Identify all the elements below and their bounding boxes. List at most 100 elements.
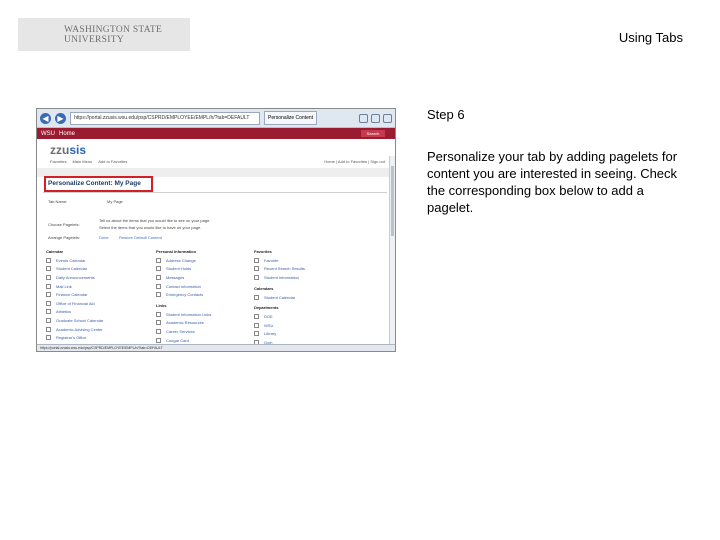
browser-tab[interactable]: Personalize Content	[264, 111, 317, 125]
pagelet-checkbox[interactable]	[254, 274, 259, 280]
pagelet-row[interactable]: Mail Link	[46, 282, 103, 291]
pagelet-label[interactable]: Recent Search Results	[264, 266, 305, 271]
pagelet-row[interactable]: Recent Search Results	[254, 265, 305, 274]
pagelet-row[interactable]: Student Holds	[156, 265, 211, 274]
pagelet-row[interactable]: Academic Advising Center	[46, 325, 103, 334]
scrollbar-thumb[interactable]	[391, 166, 394, 236]
pagelet-checkbox[interactable]	[46, 317, 51, 323]
pagelet-checkbox[interactable]	[46, 335, 51, 341]
pagelet-checkbox[interactable]	[46, 300, 51, 306]
step-title: Step 6	[427, 107, 465, 122]
choose-pagelets-text-1: Tell us about the items that you would l…	[99, 218, 211, 223]
pagelet-row[interactable]: Student Calendar	[254, 293, 305, 302]
pagelet-checkbox[interactable]	[156, 311, 161, 317]
pagelet-row[interactable]: Student Information Links	[156, 310, 211, 319]
pagelet-label[interactable]: Graduate School Calendar	[56, 318, 103, 323]
pagelet-checkbox[interactable]	[46, 309, 51, 315]
pagelet-label[interactable]: Finance Calendar	[56, 292, 88, 297]
pagelet-checkbox[interactable]	[254, 331, 259, 337]
pagelet-label[interactable]: Mail Link	[56, 284, 72, 289]
menu-item-add-favorites[interactable]: Add to Favorites	[98, 159, 127, 164]
pagelet-checkbox[interactable]	[46, 326, 51, 332]
pagelet-checkbox[interactable]	[254, 314, 259, 320]
pagelet-label[interactable]: Academic Resources	[166, 320, 204, 325]
pagelet-label[interactable]: Library	[264, 331, 276, 336]
forward-arrow-icon[interactable]: ▶	[55, 112, 66, 124]
pagelet-label[interactable]: Emergency Contacts	[166, 292, 203, 297]
site-link-home[interactable]: Home	[59, 131, 75, 137]
pagelet-label[interactable]: Cougar Card	[166, 338, 189, 343]
pagelet-label[interactable]: Messages	[166, 275, 184, 280]
pagelet-label[interactable]: Student Holds	[166, 266, 191, 271]
pagelet-checkbox[interactable]	[254, 322, 259, 328]
pagelet-row[interactable]: Library	[254, 330, 305, 339]
pagelet-checkbox[interactable]	[46, 257, 51, 263]
site-search-button[interactable]: Search	[361, 130, 385, 137]
pagelet-label[interactable]: Registrar's Office	[56, 335, 86, 340]
tab-name-value[interactable]: My Page	[107, 199, 123, 204]
pagelet-label[interactable]: DOE	[264, 314, 273, 319]
pagelet-row[interactable]: Career Services	[156, 327, 211, 336]
pagelet-checkbox[interactable]	[156, 328, 161, 334]
menu-right-links[interactable]: Home | Add to Favorites | Sign out	[324, 159, 385, 164]
pagelet-checkbox[interactable]	[46, 266, 51, 272]
pagelet-label[interactable]: WSU	[264, 323, 273, 328]
restore-default-link[interactable]: Restore Default Content	[119, 235, 162, 240]
pagelet-checkbox[interactable]	[156, 274, 161, 280]
pagelet-row[interactable]: Finance Calendar	[46, 290, 103, 299]
pagelet-row[interactable]: Messages	[156, 273, 211, 282]
pagelet-label[interactable]: Academic Advising Center	[56, 327, 103, 332]
pagelet-checkbox[interactable]	[156, 283, 161, 289]
pagelet-label[interactable]: Student Information Links	[166, 312, 211, 317]
pagelet-row[interactable]: Address Change	[156, 256, 211, 265]
pagelet-row[interactable]: Academic Resources	[156, 319, 211, 328]
pagelet-row[interactable]: Student Calendar	[46, 265, 103, 274]
pagelet-label[interactable]: Student Calendar	[264, 295, 295, 300]
pagelet-label[interactable]: Student Calendar	[56, 266, 87, 271]
pagelet-checkbox[interactable]	[254, 257, 259, 263]
arrange-done-link[interactable]: Done	[99, 235, 109, 240]
vertical-scrollbar[interactable]	[389, 156, 395, 345]
pagelet-label[interactable]: Contact Information	[166, 284, 201, 289]
pagelet-label[interactable]: Favorite	[264, 258, 278, 263]
pagelet-checkbox[interactable]	[156, 257, 161, 263]
pagelet-checkbox[interactable]	[46, 292, 51, 298]
pagelet-column-3: Favorites Favorite Recent Search Results…	[254, 249, 305, 347]
pagelet-row[interactable]: Daily Announcements	[46, 273, 103, 282]
home-icon[interactable]	[359, 113, 368, 123]
pagelet-label[interactable]: Career Services	[166, 329, 195, 334]
pagelet-checkbox[interactable]	[156, 292, 161, 298]
pagelet-checkbox[interactable]	[156, 320, 161, 326]
pagelet-row[interactable]: Student Information	[254, 273, 305, 282]
gear-icon[interactable]	[383, 113, 392, 123]
pagelet-row[interactable]: Events Calendar	[46, 256, 103, 265]
menu-item-favorites[interactable]: Favorites	[50, 159, 66, 164]
back-arrow-icon[interactable]: ◀	[40, 112, 51, 124]
pagelet-label[interactable]: Office of Financial Aid	[56, 301, 95, 306]
pagelet-label[interactable]: Athletics	[56, 309, 71, 314]
pagelet-row[interactable]: Favorite	[254, 256, 305, 265]
menu-item-main-menu[interactable]: Main Menu	[72, 159, 92, 164]
pagelet-label[interactable]: Student Information	[264, 275, 299, 280]
address-bar[interactable]: https://portal.zzusis.wsu.edu/psp/CSPRD/…	[70, 111, 260, 125]
pagelet-row[interactable]: WSU	[254, 321, 305, 330]
pagelet-checkbox[interactable]	[156, 266, 161, 272]
pagelet-checkbox[interactable]	[254, 266, 259, 272]
pagelet-checkbox[interactable]	[46, 283, 51, 289]
star-icon[interactable]	[371, 113, 380, 123]
pagelet-checkbox[interactable]	[254, 294, 259, 300]
pagelet-checkbox[interactable]	[46, 274, 51, 280]
pagelet-label[interactable]: Address Change	[166, 258, 196, 263]
choose-pagelets-label: Choose Pagelets:	[48, 222, 80, 227]
pagelet-row[interactable]: Athletics	[46, 308, 103, 317]
pagelet-row[interactable]: Office of Financial Aid	[46, 299, 103, 308]
pagelet-label[interactable]: Events Calendar	[56, 258, 86, 263]
site-link-wsu[interactable]: WSU	[41, 131, 55, 137]
pagelet-checkbox[interactable]	[156, 337, 161, 343]
pagelet-row[interactable]: Registrar's Office	[46, 333, 103, 342]
pagelet-row[interactable]: Graduate School Calendar	[46, 316, 103, 325]
pagelet-row[interactable]: DOE	[254, 312, 305, 321]
pagelet-label[interactable]: Daily Announcements	[56, 275, 95, 280]
pagelet-row[interactable]: Contact Information	[156, 282, 211, 291]
pagelet-row[interactable]: Emergency Contacts	[156, 290, 211, 299]
